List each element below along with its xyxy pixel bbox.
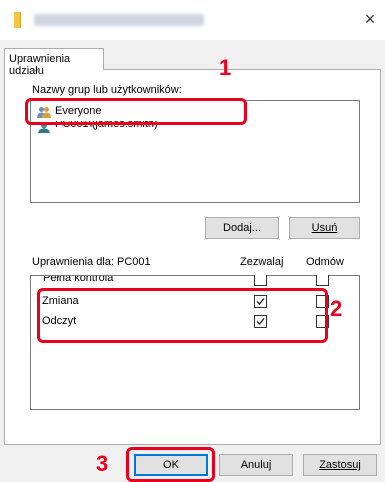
full-control-deny-checkbox[interactable] <box>316 275 329 286</box>
folder-icon <box>14 12 21 28</box>
remove-label: Usuń <box>311 222 338 234</box>
allow-column-header: Zezwalaj <box>240 256 284 268</box>
tab-label: Uprawnienia udziału <box>9 53 71 77</box>
window-title-redacted <box>34 14 204 26</box>
apply-label: Zastosuj <box>319 459 361 471</box>
step-2-badge: 2 <box>330 296 343 321</box>
table-row-full-control: Pełna kontrola <box>31 276 359 287</box>
deny-column-header: Odmów <box>306 256 344 268</box>
step-3-badge: 3 <box>96 451 109 476</box>
close-icon[interactable]: × <box>360 8 380 30</box>
groups-label: Nazwy grup lub użytkowników: <box>32 84 182 96</box>
permissions-header: Uprawnienia dla: PC001 <box>32 256 151 268</box>
full-control-allow-checkbox[interactable] <box>254 275 267 286</box>
apply-button[interactable]: Zastosuj <box>303 454 377 476</box>
permission-name: Pełna kontrola <box>43 276 114 284</box>
step-1-badge: 1 <box>219 55 232 80</box>
step-3-highlight <box>126 447 215 482</box>
step-1-highlight <box>25 98 247 125</box>
remove-button[interactable]: Usuń <box>289 217 360 239</box>
cancel-button[interactable]: Anuluj <box>219 454 293 476</box>
step-2-highlight <box>37 288 328 343</box>
add-button[interactable]: Dodaj... <box>205 217 279 239</box>
tab-share-permissions[interactable]: Uprawnienia udziału <box>4 48 104 77</box>
